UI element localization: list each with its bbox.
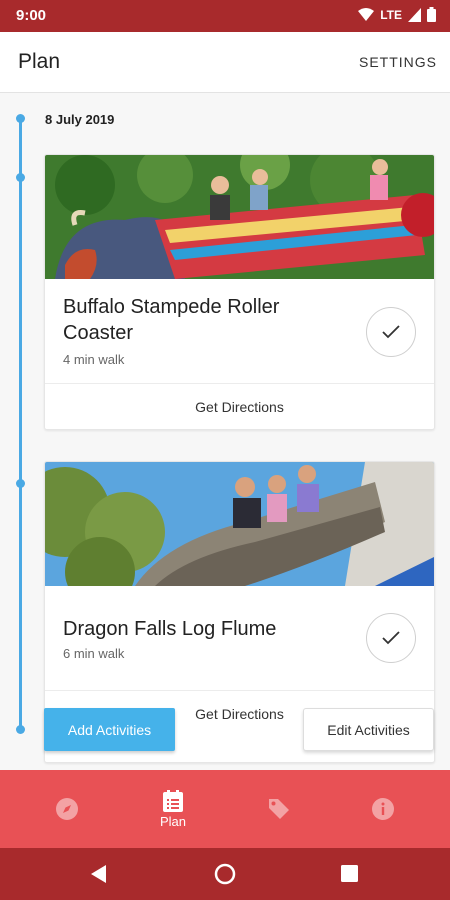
info-icon: [372, 798, 394, 820]
signal-icon: [408, 7, 421, 22]
activity-image: [45, 462, 434, 586]
activity-image: [45, 155, 434, 279]
status-icons: LTE: [358, 7, 436, 22]
timeline-dot: [16, 479, 25, 488]
compass-icon: [56, 798, 78, 820]
complete-button[interactable]: [366, 307, 416, 357]
check-icon: [382, 631, 400, 645]
settings-button[interactable]: SETTINGS: [359, 54, 437, 70]
home-icon[interactable]: [214, 863, 236, 885]
activity-name-line: Coaster: [63, 322, 134, 344]
battery-icon: [427, 7, 436, 22]
timeline-line: [19, 118, 22, 730]
status-bar: 9:00 LTE: [0, 0, 450, 32]
network-type: LTE: [380, 7, 402, 22]
card-divider: [45, 383, 434, 384]
activity-name: Dragon Falls Log Flume: [63, 618, 277, 640]
edit-activities-button[interactable]: Edit Activities: [303, 708, 434, 751]
nav-item-explore[interactable]: [22, 770, 112, 848]
page-title: Plan: [18, 50, 61, 73]
walk-time: 6 min walk: [63, 646, 125, 661]
app-bar: Plan SETTINGS: [0, 32, 450, 93]
walk-time: 4 min walk: [63, 352, 125, 367]
system-nav-bar: [0, 848, 450, 900]
timeline-dot: [16, 173, 25, 182]
complete-button[interactable]: [366, 613, 416, 663]
wifi-icon: [358, 7, 375, 21]
activity-card[interactable]: Buffalo Stampede Roller Coaster 4 min wa…: [44, 154, 435, 430]
calendar-list-icon: [163, 789, 183, 812]
nav-item-label: Plan: [159, 813, 187, 829]
nav-item-info[interactable]: [338, 770, 428, 848]
activity-name-line: Buffalo Stampede Roller: [63, 296, 280, 318]
back-icon[interactable]: [91, 865, 107, 883]
tag-icon: [269, 799, 289, 819]
activity-name: Buffalo Stampede Roller Coaster: [63, 294, 279, 346]
plan-content[interactable]: 8 July 2019 Buffalo Stampede Roller Coas…: [0, 93, 450, 770]
nav-item-plan[interactable]: Plan: [128, 770, 218, 848]
bottom-nav: Plan: [0, 770, 450, 848]
timeline-date: 8 July 2019: [45, 112, 115, 127]
check-icon: [382, 325, 400, 339]
status-time: 9:00: [16, 7, 47, 24]
get-directions-button[interactable]: Get Directions: [45, 399, 434, 415]
add-activities-button[interactable]: Add Activities: [44, 708, 175, 751]
card-divider: [45, 690, 434, 691]
nav-item-offers[interactable]: [234, 770, 324, 848]
timeline-dot: [16, 725, 25, 734]
recents-icon[interactable]: [341, 865, 358, 882]
timeline-dot: [16, 114, 25, 123]
